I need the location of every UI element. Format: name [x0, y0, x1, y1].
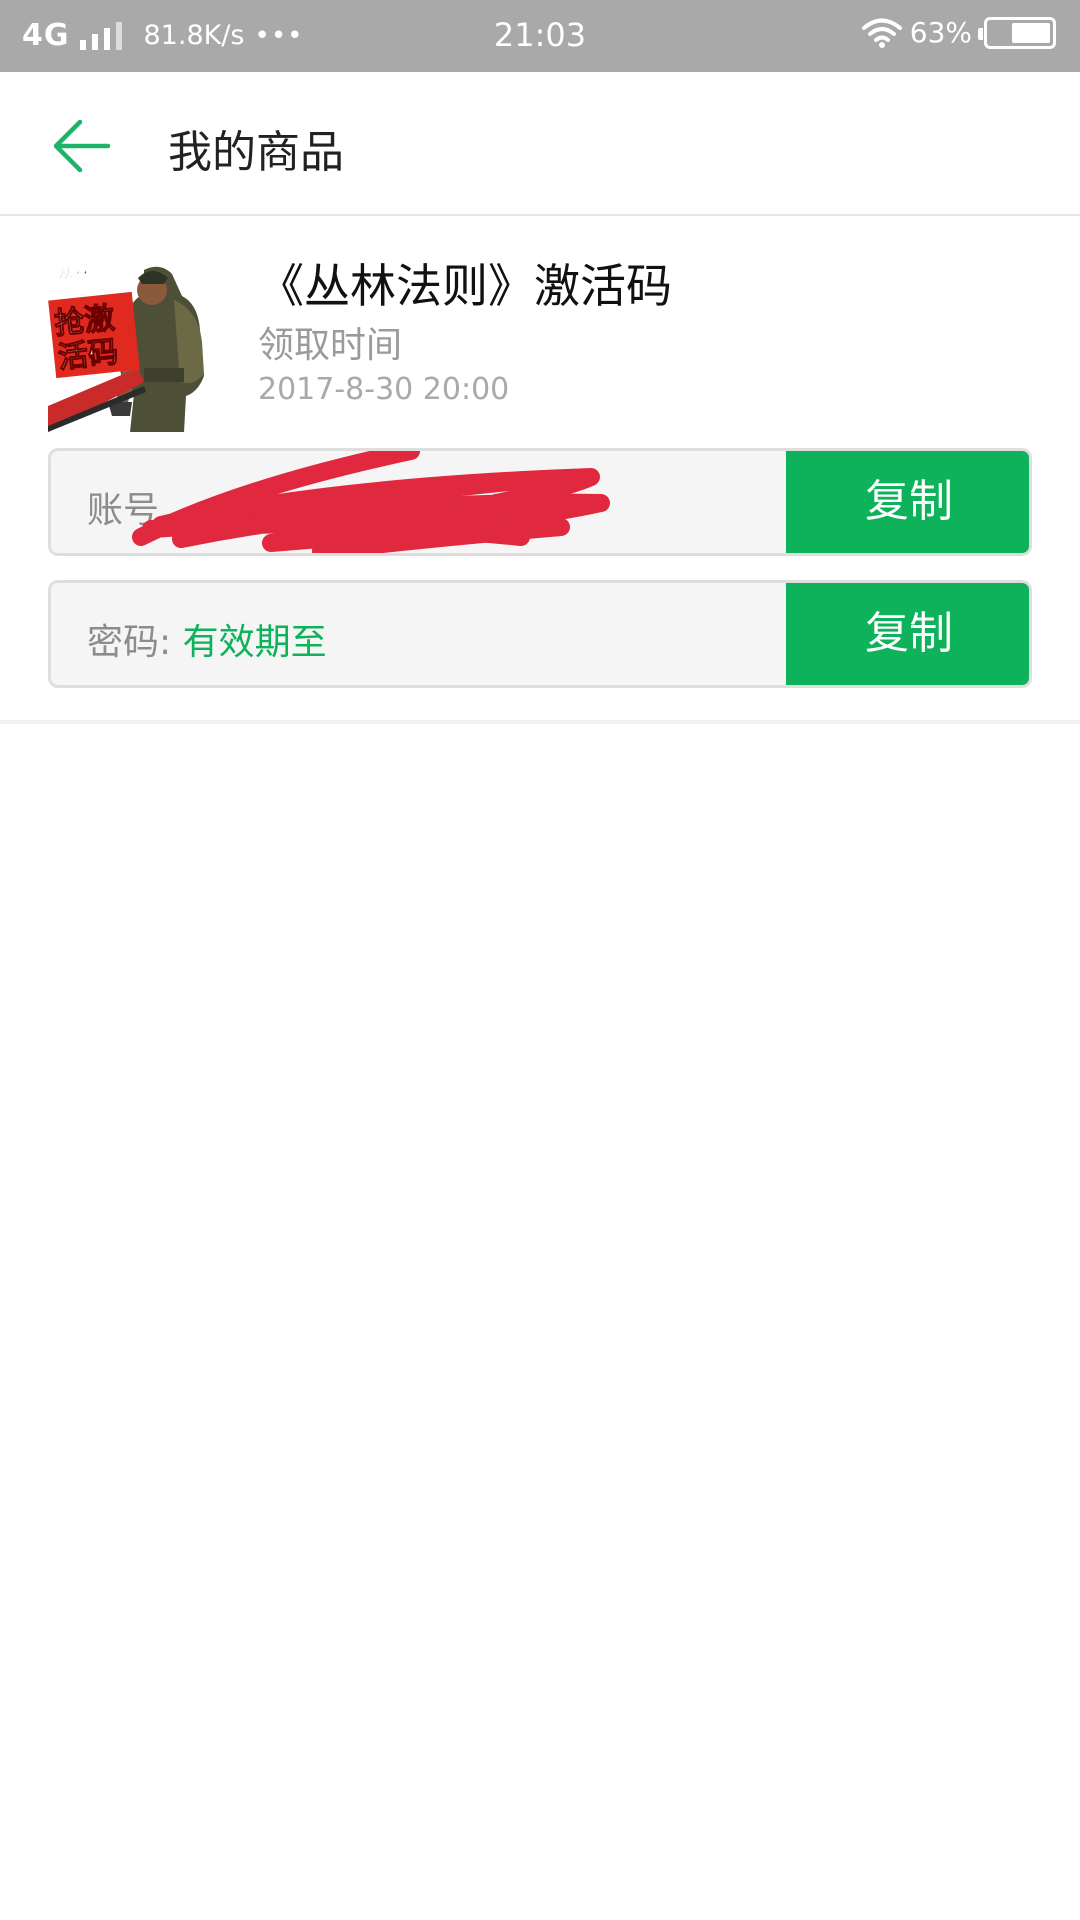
- receive-time-label: 领取时间: [258, 325, 403, 366]
- password-label: 密码: 有效期至: [87, 613, 327, 665]
- password-label-text: 密码:: [87, 622, 172, 663]
- password-row: 密码: 有效期至 复制: [48, 580, 1032, 688]
- product-thumbnail: 丛林法则 抢激 活码: [48, 256, 220, 432]
- page-title: 我的商品: [168, 127, 344, 178]
- account-label: 账号: [87, 481, 159, 533]
- password-value: 有效期至: [182, 622, 327, 663]
- product-card: 丛林法则 抢激 活码 《丛林法则》激活码 领取时间 2017-8-30 20:0…: [0, 216, 1080, 724]
- product-title: 《丛林法则》激活码: [258, 259, 672, 313]
- battery-percent: 63%: [909, 16, 972, 49]
- game-poster-image: 丛林法则 抢激 活码: [48, 256, 220, 432]
- battery-level: [1012, 22, 1050, 43]
- wifi-icon: [861, 18, 902, 48]
- battery-icon: [978, 16, 1056, 49]
- copy-account-button[interactable]: 复制: [786, 451, 1029, 553]
- redaction-scribble: [132, 451, 610, 553]
- account-row: 账号 复制: [48, 448, 1032, 556]
- status-right: 63%: [861, 16, 1056, 49]
- receive-time-value: 2017-8-30 20:00: [258, 372, 510, 407]
- app-header: 我的商品: [0, 72, 1080, 216]
- account-label-text: 账号: [87, 490, 160, 531]
- status-bar: 4G 81.8K/s ••• 21:03 63%: [0, 0, 1080, 72]
- copy-password-button[interactable]: 复制: [786, 583, 1029, 685]
- arrow-left-icon[interactable]: [50, 114, 114, 178]
- poster-banner-text: 丛林法则: [58, 265, 122, 284]
